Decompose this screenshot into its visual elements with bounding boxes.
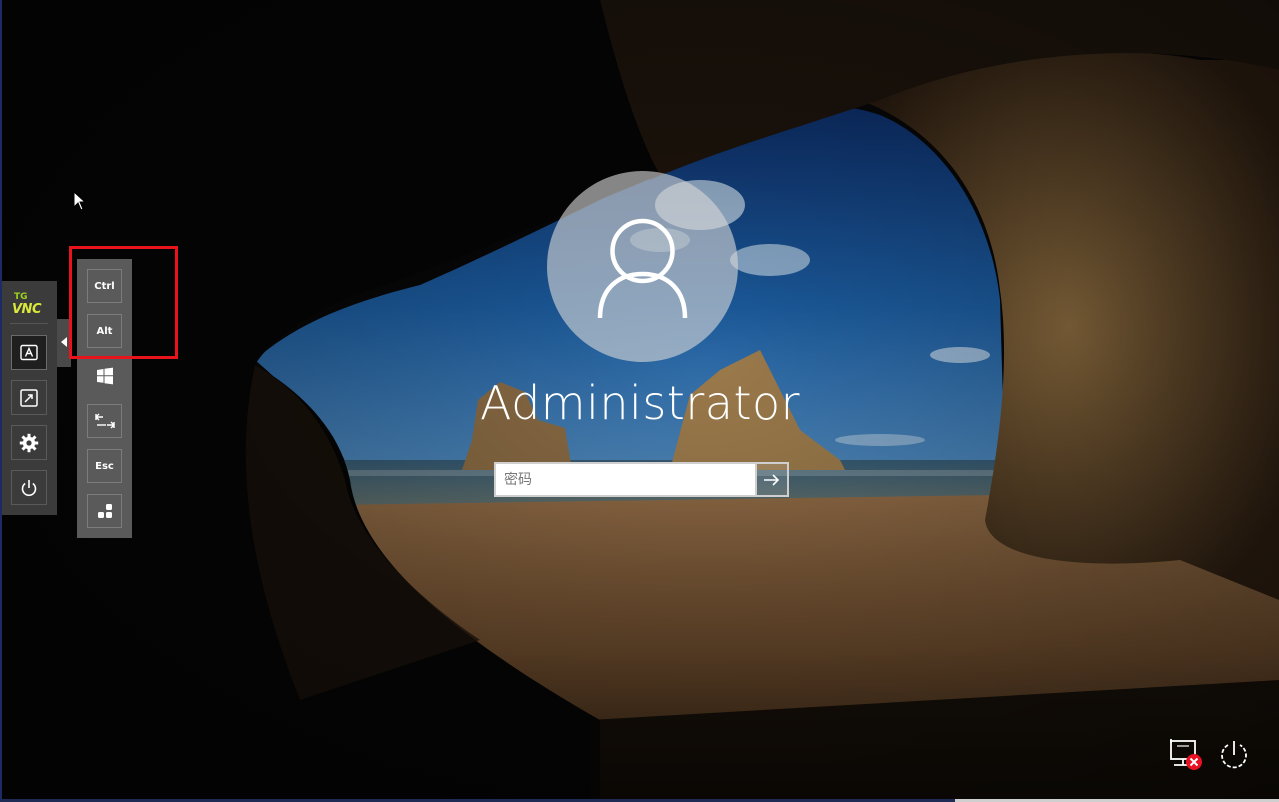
tab-icon <box>94 413 115 429</box>
highlight-box <box>69 246 178 359</box>
fit-screen-icon <box>20 388 38 407</box>
gear-icon <box>19 433 39 452</box>
password-field-group <box>494 462 789 497</box>
password-input[interactable] <box>494 462 757 497</box>
power-icon <box>21 479 37 496</box>
chevron-left-icon <box>61 337 67 347</box>
keyboard-a-icon <box>20 344 38 360</box>
network-disconnected-icon <box>1170 739 1202 770</box>
key-combos-icon <box>97 504 112 518</box>
esc-key-button[interactable]: Esc <box>87 449 122 483</box>
power-options-button[interactable] <box>1217 738 1251 772</box>
user-silhouette-icon <box>597 218 688 319</box>
user-avatar <box>547 171 738 362</box>
keyboard-button[interactable] <box>11 335 47 370</box>
toolbar-divider <box>10 323 48 324</box>
logo-text-top: TG <box>14 292 28 302</box>
tab-key-button[interactable] <box>87 404 122 438</box>
logo-text-bottom: VNC <box>12 302 41 317</box>
settings-button[interactable] <box>11 425 47 460</box>
user-name: Administrator <box>479 376 801 430</box>
submit-button[interactable] <box>757 462 789 497</box>
key-combos-button[interactable] <box>87 494 122 528</box>
tigervnc-logo: TG VNC <box>11 292 51 317</box>
windows-key-button[interactable] <box>87 359 122 393</box>
fullscreen-button[interactable] <box>11 380 47 415</box>
windows-logo-icon <box>96 367 113 385</box>
mouse-cursor-icon <box>73 191 87 211</box>
power-options-icon <box>1221 741 1247 769</box>
disconnect-button[interactable] <box>11 470 47 505</box>
network-button[interactable] <box>1168 738 1204 772</box>
vnc-toolbar: TG VNC <box>2 281 57 515</box>
arrow-right-icon <box>764 473 780 486</box>
